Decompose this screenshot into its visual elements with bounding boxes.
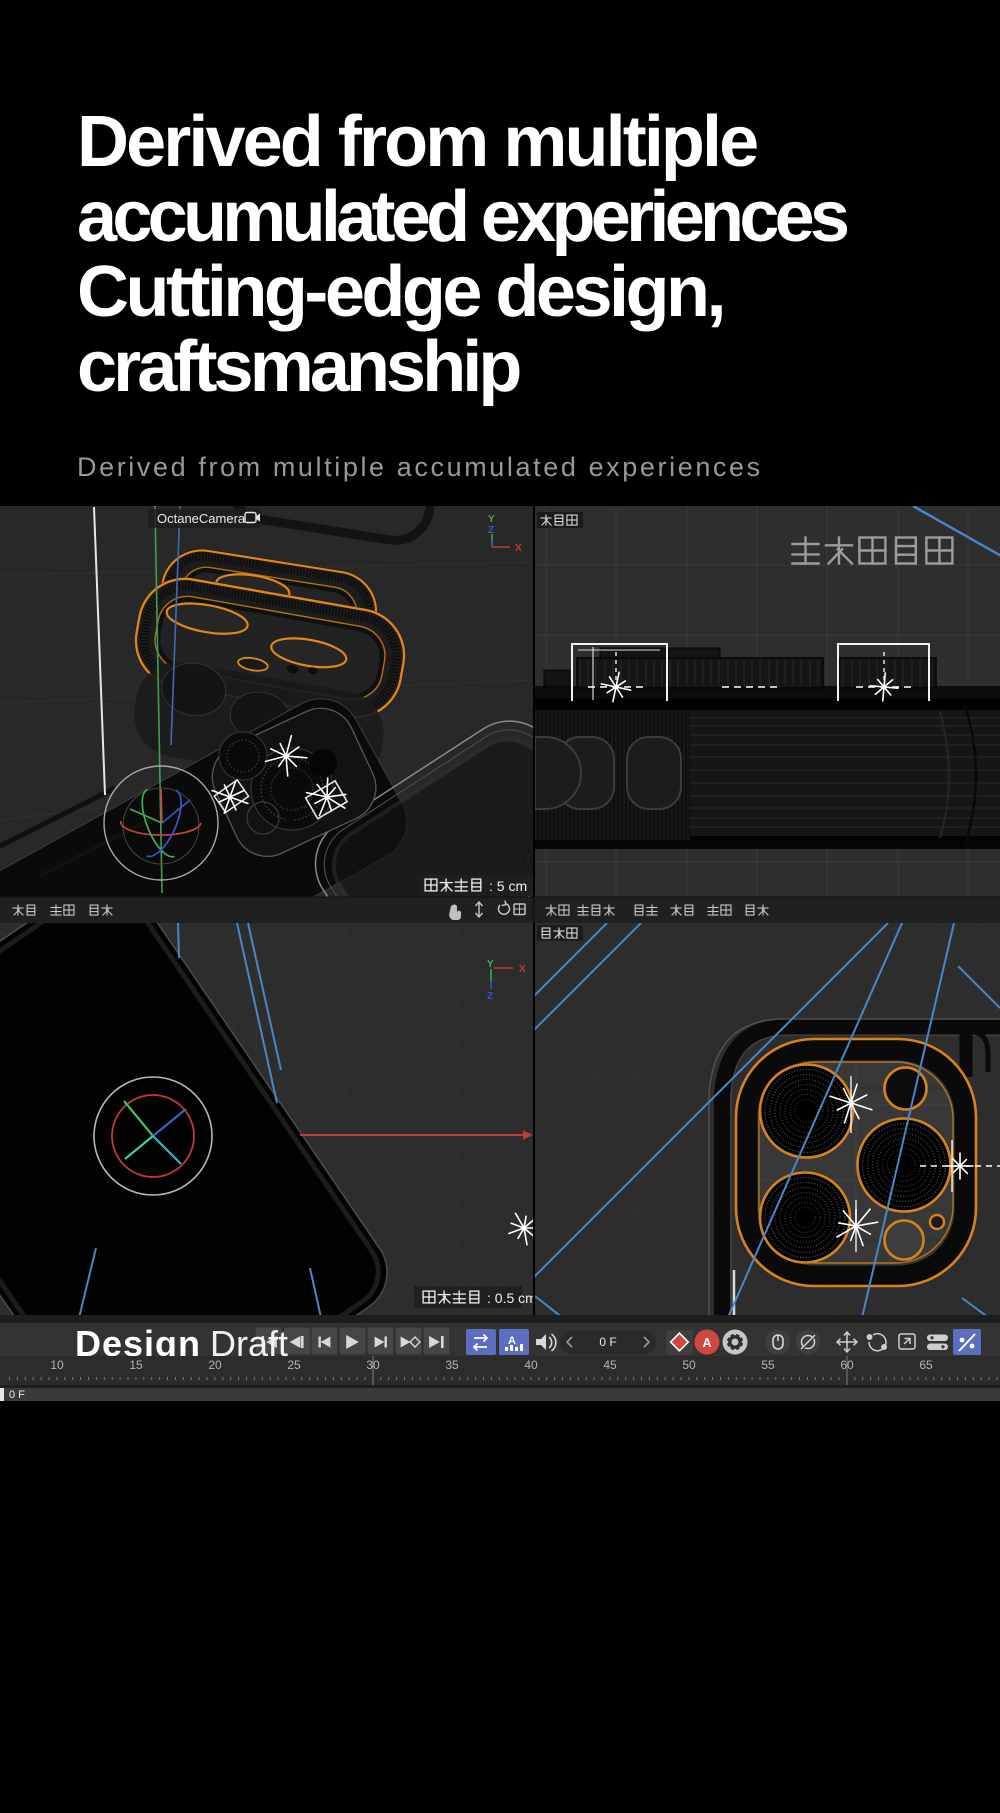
- svg-text:A: A: [702, 1336, 711, 1350]
- svg-text:Z: Z: [488, 525, 494, 536]
- svg-text:: 5 cm: : 5 cm: [489, 878, 527, 894]
- svg-text:Y: Y: [488, 514, 495, 525]
- svg-text:X: X: [519, 964, 526, 975]
- svg-text:25: 25: [287, 1358, 301, 1372]
- svg-text:35: 35: [445, 1358, 459, 1372]
- svg-text:Z: Z: [487, 991, 493, 1002]
- svg-text:0 F: 0 F: [599, 1335, 616, 1349]
- svg-text:OctaneCamera: OctaneCamera: [157, 511, 246, 526]
- svg-text:0 F: 0 F: [9, 1389, 25, 1401]
- svg-text:20: 20: [208, 1358, 222, 1372]
- svg-text:40: 40: [524, 1358, 538, 1372]
- svg-text:10: 10: [50, 1358, 64, 1372]
- svg-text:50: 50: [682, 1358, 696, 1372]
- svg-text:: 0.5 cm: : 0.5 cm: [487, 1290, 537, 1306]
- svg-text:45: 45: [603, 1358, 617, 1372]
- svg-text:65: 65: [919, 1358, 933, 1372]
- svg-text:55: 55: [761, 1358, 775, 1372]
- svg-text:Y: Y: [487, 959, 494, 970]
- svg-text:15: 15: [129, 1358, 143, 1372]
- svg-text:X: X: [515, 543, 522, 554]
